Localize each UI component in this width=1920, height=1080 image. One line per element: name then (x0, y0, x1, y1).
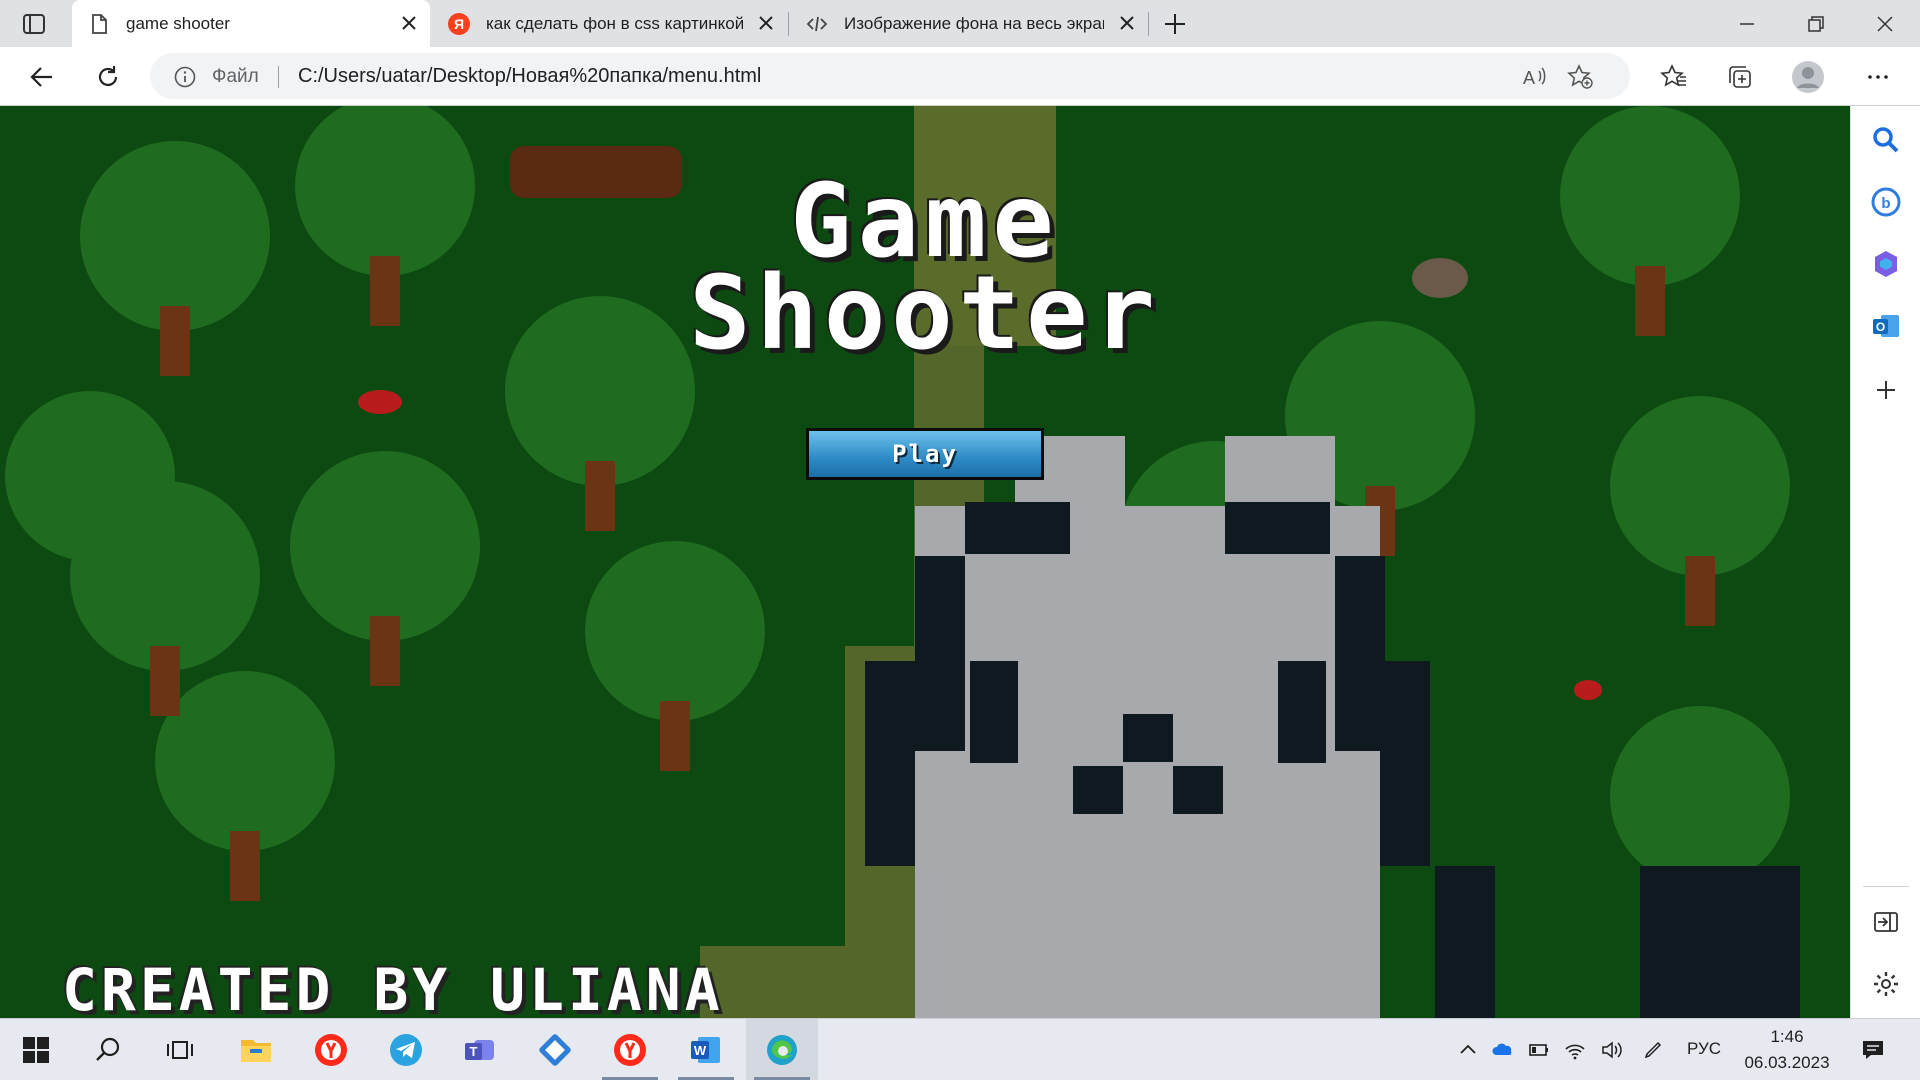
scheme-label: Файл (212, 66, 259, 87)
reload-icon (98, 66, 118, 86)
page-icon (92, 14, 107, 34)
back-button[interactable] (24, 59, 60, 95)
teams-icon[interactable]: T (462, 1032, 498, 1068)
svg-text:T: T (470, 1044, 478, 1059)
browser-toolbar: Файл C:/Users/uatar/Desktop/Новая%20папк… (0, 47, 1920, 106)
yandex-icon: Я (448, 13, 470, 35)
credits-text: CREATED BY ULIANA (62, 956, 724, 1018)
task-view-icon[interactable] (162, 1032, 198, 1068)
tab-game-shooter[interactable]: game shooter (72, 0, 430, 47)
page-viewport: Game Shooter Play CREATED BY ULIANA (0, 106, 1850, 1018)
tab-strip: game shooter Я как сделать фон в css кар… (0, 0, 1920, 47)
avatar-icon (1792, 61, 1824, 93)
tab-background-image[interactable]: Изображение фона на весь экран (790, 0, 1148, 47)
svg-text:b: b (1881, 195, 1890, 212)
sidebar-divider (1863, 886, 1909, 887)
bing-chat-icon[interactable]: b (1870, 186, 1902, 218)
collections-icon (1729, 66, 1751, 88)
office-icon[interactable] (1870, 248, 1902, 280)
edge-sidebar: b O (1850, 106, 1920, 1018)
clock-time[interactable]: 1:46 (1742, 1027, 1832, 1047)
svg-text:A: A (1523, 68, 1535, 88)
tab-title: как сделать фон в css картинкой (486, 14, 743, 33)
windows-start-icon[interactable] (18, 1032, 54, 1068)
tab-title: Изображение фона на весь экран (844, 14, 1104, 33)
settings-menu-button[interactable] (1860, 59, 1896, 95)
new-tab-icon[interactable] (1160, 9, 1190, 39)
back-arrow-icon (30, 67, 52, 87)
notifications-icon[interactable] (1860, 1037, 1886, 1063)
add-favorite-icon[interactable] (1566, 63, 1594, 91)
yandex-icon[interactable] (612, 1032, 648, 1068)
clock-date[interactable]: 06.03.2023 (1742, 1053, 1832, 1073)
yandex-browser-icon[interactable] (313, 1032, 349, 1068)
mushroom (1574, 680, 1602, 700)
tab-actions-button[interactable] (14, 9, 54, 39)
minimize-icon[interactable] (1733, 10, 1761, 38)
telegram-icon[interactable] (388, 1032, 424, 1068)
profile-button[interactable] (1790, 59, 1826, 95)
hide-sidebar-icon[interactable] (1870, 906, 1902, 938)
svg-text:W: W (694, 1043, 707, 1058)
search-icon[interactable] (90, 1032, 126, 1068)
info-icon[interactable] (174, 66, 196, 88)
windows-taskbar: T W РУС 1:46 06.03.2023 (0, 1018, 1920, 1080)
file-explorer-icon[interactable] (238, 1032, 274, 1068)
more-icon (1868, 75, 1888, 79)
mushroom (358, 390, 402, 414)
search-icon[interactable] (1870, 124, 1902, 156)
read-aloud-icon[interactable]: A (1520, 63, 1548, 91)
address-bar[interactable]: Файл C:/Users/uatar/Desktop/Новая%20папк… (150, 53, 1630, 99)
game-title: Game Shooter (0, 171, 1850, 373)
gear-icon[interactable] (1870, 968, 1902, 1000)
favorites-button[interactable] (1656, 59, 1692, 95)
close-tab-icon[interactable] (757, 14, 775, 32)
wifi-icon[interactable] (1564, 1039, 1586, 1061)
address-divider (278, 66, 279, 88)
volume-icon[interactable] (1600, 1039, 1622, 1061)
collections-button[interactable] (1722, 59, 1758, 95)
play-button[interactable]: Play (806, 428, 1044, 480)
svg-text:Я: Я (454, 16, 464, 32)
close-tab-icon[interactable] (1118, 14, 1136, 32)
app-icon[interactable] (537, 1032, 573, 1068)
close-tab-icon[interactable] (400, 14, 418, 32)
code-icon (806, 16, 828, 32)
onedrive-icon[interactable] (1492, 1039, 1514, 1061)
word-icon[interactable]: W (688, 1032, 724, 1068)
edge-icon[interactable] (764, 1032, 800, 1068)
tab-separator (1148, 12, 1149, 36)
title-line: Shooter (689, 254, 1161, 373)
restore-icon[interactable] (1802, 10, 1830, 38)
chevron-up-icon[interactable] (1457, 1039, 1479, 1061)
dirt-path (700, 946, 914, 1018)
reload-button[interactable] (90, 59, 126, 95)
url-text[interactable]: C:/Users/uatar/Desktop/Новая%20папка/men… (298, 65, 761, 88)
outlook-icon[interactable]: O (1870, 310, 1902, 342)
add-icon[interactable] (1870, 374, 1902, 406)
tab-separator (788, 12, 789, 36)
close-window-icon[interactable] (1871, 10, 1899, 38)
battery-icon[interactable] (1528, 1039, 1550, 1061)
pen-icon[interactable] (1642, 1039, 1664, 1061)
tab-yandex-search[interactable]: Я как сделать фон в css картинкой (432, 0, 787, 47)
svg-text:O: O (1876, 320, 1885, 334)
favorites-icon (1660, 64, 1686, 87)
language-indicator[interactable]: РУС (1687, 1039, 1721, 1059)
tab-actions-icon (23, 14, 45, 34)
tab-title: game shooter (126, 14, 230, 33)
